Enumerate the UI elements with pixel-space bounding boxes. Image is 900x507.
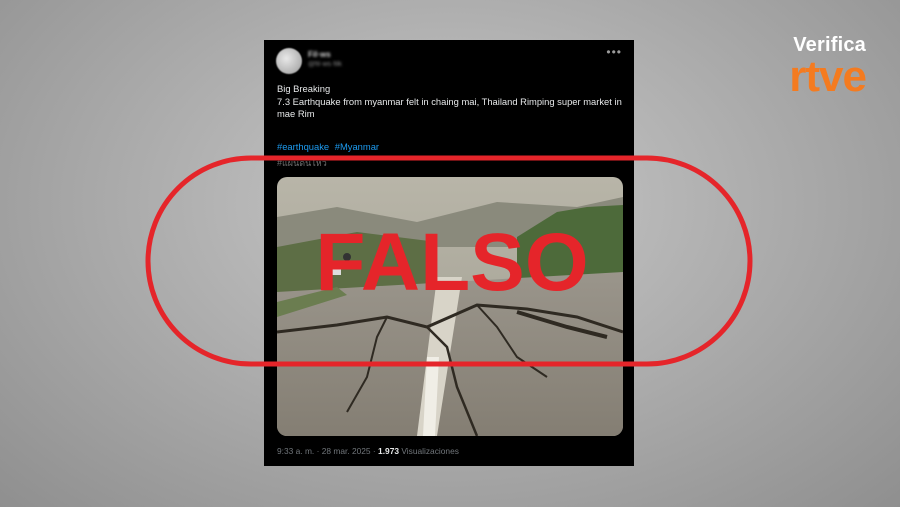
tweet-date[interactable]: 28 mar. 2025 <box>322 446 371 456</box>
road-crack-image <box>277 177 623 436</box>
hashtags: #earthquake #Myanmar <box>277 141 382 152</box>
verifica-rtve-logo: Verifica rtve <box>789 34 867 101</box>
ellipsis-icon[interactable]: ••• <box>606 45 622 59</box>
avatar[interactable] <box>276 48 302 74</box>
hashtag-myanmar[interactable]: #Myanmar <box>335 141 379 152</box>
hashtag-earthquake[interactable]: #earthquake <box>277 141 329 152</box>
tweet-time[interactable]: 9:33 a. m. <box>277 446 314 456</box>
tweet-footer: 9:33 a. m. · 28 mar. 2025 · 1.973 Visual… <box>277 446 459 456</box>
views-label: Visualizaciones <box>401 446 459 456</box>
views-count: 1.973 <box>378 446 400 456</box>
rtve-wordmark: rtve <box>789 52 867 101</box>
hashtag-thai[interactable]: #แผ่นดินไหว <box>277 156 327 170</box>
tweet-text-line2: 7.3 Earthquake from myanmar felt in chai… <box>277 95 622 120</box>
tweet-card: Fil·ws @fil·ws·filk ••• Big Breaking 7.3… <box>264 40 634 466</box>
earthquake-road-photo[interactable] <box>277 177 623 436</box>
tweet-text: Big Breaking 7.3 Earthquake from myanmar… <box>277 83 627 121</box>
author-name[interactable]: Fil·ws <box>308 50 331 59</box>
tweet-text-line1: Big Breaking <box>277 83 331 94</box>
author-handle[interactable]: @fil·ws·filk <box>308 61 342 68</box>
